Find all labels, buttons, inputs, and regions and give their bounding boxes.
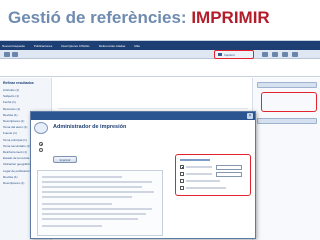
format-checkbox[interactable]: [180, 186, 184, 190]
preview-line: [42, 203, 112, 205]
format-label: [186, 166, 212, 168]
format-checkbox[interactable]: [180, 172, 184, 176]
toolbar-print-button[interactable]: Imprimir: [214, 50, 254, 59]
nav-item-more[interactable]: Más: [134, 44, 140, 48]
title-rule: [0, 34, 320, 36]
format-select[interactable]: [216, 172, 242, 177]
dialog-print-button[interactable]: Imprimir: [53, 156, 77, 163]
print-option-radio[interactable]: [39, 142, 43, 146]
save-icon[interactable]: [272, 52, 278, 57]
toolbar-print-label: Imprimir: [224, 52, 235, 57]
share-icon[interactable]: [292, 52, 298, 57]
print-preview: [37, 170, 163, 236]
format-heading: [180, 159, 210, 161]
format-checkbox[interactable]: [180, 179, 184, 183]
print-option-radio[interactable]: [39, 148, 43, 152]
toolbar: Imprimir: [0, 50, 320, 59]
preview-line: [42, 196, 132, 198]
dialog-title: Administrador de impresión: [53, 124, 127, 130]
print-manager-dialog: × Administrador de impresión Imprimir: [30, 111, 256, 239]
sidebar-heading: Refinar resultados: [3, 81, 34, 85]
nav-item-publications[interactable]: Publicaciones: [34, 44, 53, 48]
nav-item-new-search[interactable]: Nueva búsqueda: [2, 44, 25, 48]
preview-line: [42, 208, 152, 210]
results-header: [2, 61, 202, 73]
preview-line: [42, 186, 142, 188]
format-options-box: [175, 154, 251, 196]
format-select[interactable]: [216, 165, 242, 170]
database-logo-icon: [34, 122, 48, 134]
close-icon[interactable]: ×: [247, 113, 253, 119]
preview-line: [42, 181, 152, 183]
slide-title: Gestió de referències: IMPRIMIR: [8, 8, 312, 32]
top-nav-bar: Nueva búsqueda Publicaciones Descriptore…: [0, 41, 320, 50]
institution-banner: [270, 60, 318, 70]
email-icon[interactable]: [262, 52, 268, 57]
slide-title-accent: IMPRIMIR: [191, 8, 270, 27]
preview-line: [42, 225, 102, 227]
format-label: [186, 173, 212, 175]
preview-line: [42, 191, 154, 193]
home-icon[interactable]: [4, 52, 10, 57]
dialog-title-bar: ×: [31, 112, 255, 120]
format-label: [186, 187, 226, 189]
panel-button[interactable]: [257, 118, 317, 124]
printer-icon: [218, 53, 222, 56]
export-icon[interactable]: [282, 52, 288, 57]
slide-title-prefix: Gestió de referències:: [8, 8, 192, 27]
preview-line: [42, 218, 138, 220]
panel-highlight-box: [261, 92, 317, 112]
nav-item-descriptors[interactable]: Descriptores CINAHL: [61, 44, 90, 48]
folder-icon[interactable]: [12, 52, 18, 57]
preview-line: [42, 213, 146, 215]
preview-line: [42, 176, 122, 178]
nav-item-cited-references[interactable]: Referencias citadas: [99, 44, 125, 48]
format-checkbox[interactable]: [180, 165, 184, 169]
database-screenshot: Nueva búsqueda Publicaciones Descriptore…: [0, 40, 320, 240]
tools-panel: [252, 78, 320, 240]
panel-button[interactable]: [257, 82, 317, 88]
format-label: [186, 180, 220, 182]
results-divider: [0, 76, 320, 77]
